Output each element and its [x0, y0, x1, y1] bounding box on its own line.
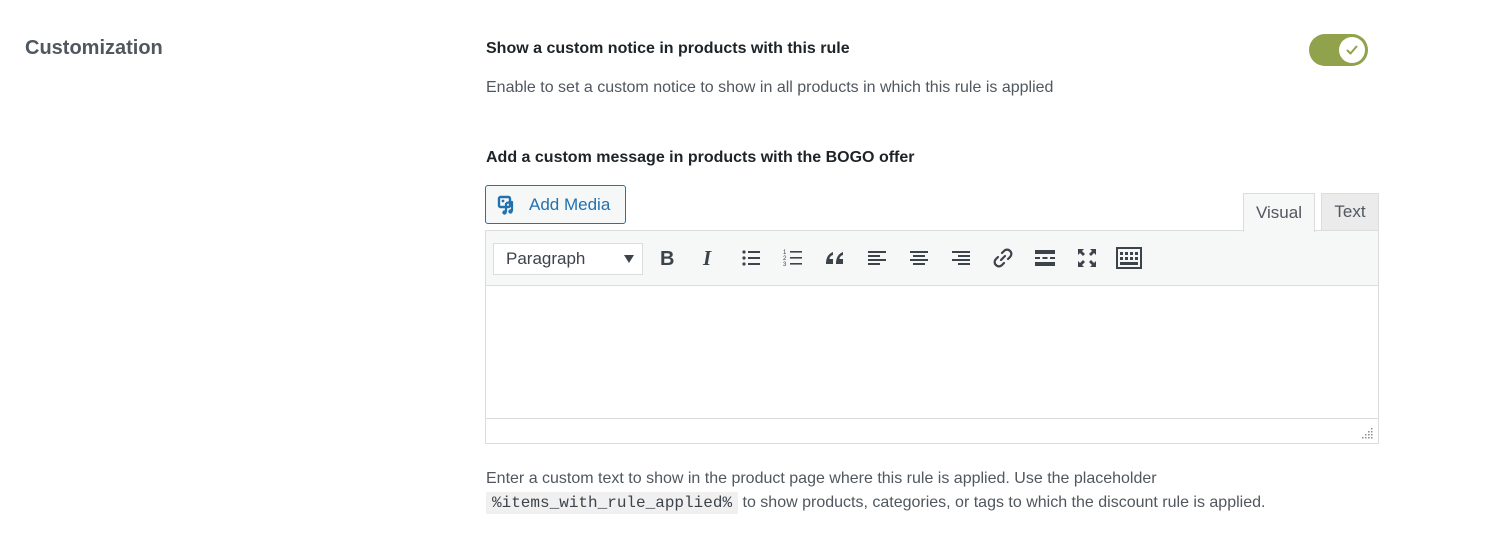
align-center-button[interactable]	[905, 244, 933, 272]
format-select-value: Paragraph	[506, 249, 586, 268]
link-button[interactable]	[989, 244, 1017, 272]
resize-handle-icon[interactable]	[1362, 427, 1374, 439]
custom-notice-toggle[interactable]	[1309, 34, 1368, 66]
placeholder-code: %items_with_rule_applied%	[486, 492, 739, 514]
checkmark-icon	[1346, 45, 1358, 55]
tab-text[interactable]: Text	[1321, 193, 1379, 231]
toggle-knob	[1339, 37, 1365, 63]
tab-visual[interactable]: Visual	[1243, 193, 1315, 232]
editor-toolbar: Paragraph B I 1 2 3	[486, 231, 1378, 286]
toolbar-toggle-icon	[1116, 247, 1142, 269]
blockquote-button[interactable]	[821, 244, 849, 272]
link-icon	[993, 248, 1013, 268]
message-help-text: Enter a custom text to show in the produ…	[486, 467, 1386, 515]
align-left-icon	[868, 251, 886, 265]
svg-text:B: B	[660, 248, 674, 268]
bulleted-list-icon	[742, 250, 760, 266]
bold-button[interactable]: B	[653, 244, 681, 272]
align-center-icon	[910, 251, 928, 265]
add-media-label: Add Media	[529, 194, 611, 214]
help-text-before: Enter a custom text to show in the produ…	[486, 470, 1157, 487]
bold-icon: B	[660, 248, 674, 268]
blockquote-icon	[826, 252, 843, 264]
notice-setting-title: Show a custom notice in products with th…	[486, 40, 850, 57]
message-setting-title: Add a custom message in products with th…	[486, 149, 915, 166]
svg-text:3: 3	[783, 262, 787, 268]
toolbar-toggle-button[interactable]	[1115, 244, 1143, 272]
editor-content-area[interactable]	[486, 286, 1378, 418]
numbered-list-button[interactable]: 1 2 3	[779, 244, 807, 272]
italic-icon: I	[702, 248, 712, 268]
rich-text-editor: Paragraph B I 1 2 3	[485, 230, 1379, 444]
read-more-button[interactable]	[1031, 244, 1059, 272]
notice-setting-description: Enable to set a custom notice to show in…	[486, 79, 1054, 96]
fullscreen-button[interactable]	[1073, 244, 1101, 272]
numbered-list-icon: 1 2 3	[783, 250, 802, 268]
bulleted-list-button[interactable]	[737, 244, 765, 272]
chevron-down-icon	[624, 255, 634, 263]
read-more-icon	[1035, 250, 1055, 266]
format-select[interactable]: Paragraph	[493, 243, 643, 275]
align-right-icon	[952, 251, 970, 265]
fullscreen-icon	[1078, 249, 1096, 267]
italic-button[interactable]: I	[695, 244, 723, 272]
add-media-button[interactable]: Add Media	[485, 185, 626, 224]
align-left-button[interactable]	[863, 244, 891, 272]
add-media-icon	[497, 195, 514, 215]
align-right-button[interactable]	[947, 244, 975, 272]
editor-statusbar	[486, 418, 1378, 443]
svg-text:I: I	[702, 248, 712, 268]
section-title: Customization	[25, 37, 163, 59]
help-text-after: to show products, categories, or tags to…	[742, 494, 1266, 511]
